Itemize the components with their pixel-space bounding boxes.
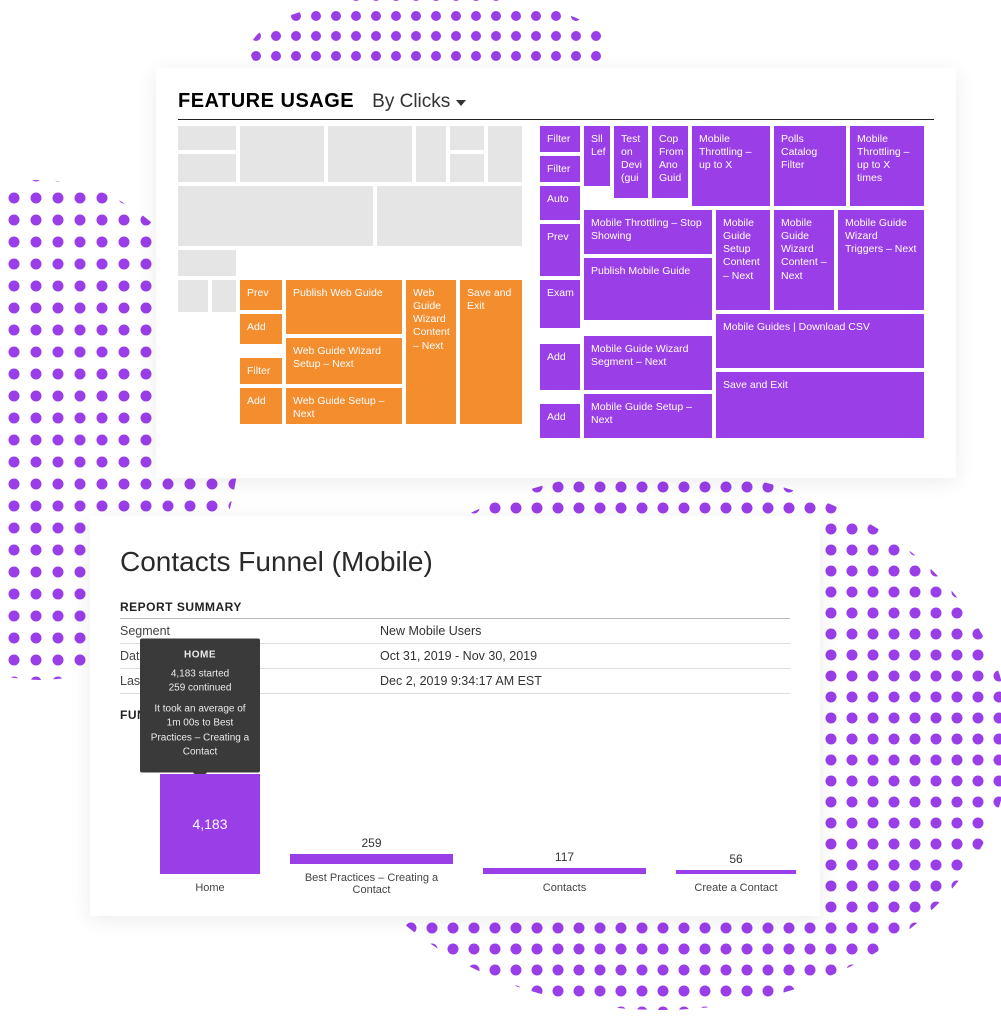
funnel-step[interactable]: 56 Create a Contact: [676, 852, 796, 896]
treemap-tile[interactable]: Mobile Throttling – up to X: [692, 126, 770, 206]
treemap-tile[interactable]: [178, 126, 236, 150]
treemap-tile[interactable]: Mobile Guide Wizard Segment – Next: [584, 336, 712, 390]
funnel-step-label: Create a Contact: [676, 882, 796, 896]
funnel-step[interactable]: 4,183 Home: [160, 774, 260, 896]
treemap: Prev Add Filter Add Publish Web Guide We…: [178, 126, 934, 446]
funnel-step[interactable]: 117 Contacts: [483, 850, 646, 896]
funnel-chart: HOME 4,183 started 259 continued It took…: [120, 736, 790, 896]
treemap-tile[interactable]: Publish Mobile Guide: [584, 258, 712, 320]
funnel-step[interactable]: 259 Best Practices – Creating a Contact: [290, 836, 453, 896]
treemap-tile-add[interactable]: Add: [540, 404, 580, 438]
treemap-tile-save-exit[interactable]: Save and Exit: [460, 280, 522, 424]
treemap-tile[interactable]: Mobile Guide Setup Content – Next: [716, 210, 770, 310]
treemap-tile-filter[interactable]: Filter: [540, 156, 580, 182]
treemap-tile[interactable]: [178, 154, 236, 182]
filter-label: By Clicks: [372, 91, 450, 113]
funnel-step-value: 117: [555, 850, 574, 864]
feature-usage-filter-dropdown[interactable]: By Clicks: [372, 91, 466, 113]
treemap-tile-add[interactable]: Add: [240, 388, 282, 424]
treemap-tile[interactable]: Polls Catalog Filter: [774, 126, 846, 206]
funnel-step-label: Home: [160, 882, 260, 896]
treemap-tile[interactable]: [416, 126, 446, 182]
treemap-tile[interactable]: [450, 154, 484, 182]
tooltip-line: 259 continued: [150, 682, 250, 697]
treemap-tile-prev[interactable]: Prev: [540, 224, 580, 276]
treemap-tile-publish-web[interactable]: Publish Web Guide: [286, 280, 402, 334]
treemap-tile[interactable]: Save and Exit: [716, 372, 924, 438]
funnel-bar: 4,183: [160, 774, 260, 874]
funnel-tooltip: HOME 4,183 started 259 continued It took…: [140, 639, 260, 773]
treemap-tile-filter[interactable]: Filter: [540, 126, 580, 152]
funnel-bar: [676, 870, 796, 874]
funnel-step-label: Contacts: [483, 882, 646, 896]
treemap-tile[interactable]: [178, 250, 236, 276]
report-summary-heading: REPORT SUMMARY: [120, 600, 790, 619]
treemap-tile[interactable]: [328, 126, 412, 182]
treemap-tile-prev[interactable]: Prev: [240, 280, 282, 310]
summary-value: Dec 2, 2019 9:34:17 AM EST: [380, 674, 542, 688]
treemap-tile[interactable]: Cop From Ano Guid: [652, 126, 688, 198]
treemap-tile-web-setup[interactable]: Web Guide Setup – Next: [286, 388, 402, 424]
treemap-tile-web-wizard-setup[interactable]: Web Guide Wizard Setup – Next: [286, 338, 402, 384]
treemap-tile-add[interactable]: Add: [540, 344, 580, 390]
treemap-tile-auto[interactable]: Auto: [540, 186, 580, 220]
treemap-tile[interactable]: Mobile Guide Wizard Triggers – Next: [838, 210, 924, 310]
funnel-step-value: 259: [361, 836, 381, 850]
treemap-tile[interactable]: Test on Devi (gui: [614, 126, 648, 198]
treemap-tile[interactable]: [488, 126, 522, 182]
funnel-title: Contacts Funnel (Mobile): [120, 546, 790, 578]
contacts-funnel-card: Contacts Funnel (Mobile) REPORT SUMMARY …: [90, 516, 820, 916]
tooltip-line: 4,183 started: [150, 667, 250, 682]
summary-value: Oct 31, 2019 - Nov 30, 2019: [380, 649, 537, 663]
treemap-tile[interactable]: Mobile Throttling – Stop Showing: [584, 210, 712, 254]
treemap-tile[interactable]: Mobile Throttling – up to X times: [850, 126, 924, 206]
treemap-tile[interactable]: Mobile Guides | Download CSV: [716, 314, 924, 368]
tooltip-line: It took an average of 1m 00s to Best Pra…: [150, 702, 250, 760]
funnel-bar: [290, 854, 453, 864]
treemap-tile-web-wizard-content[interactable]: Web Guide Wizard Content – Next: [406, 280, 456, 424]
treemap-tile[interactable]: [240, 126, 324, 182]
funnel-step-label: Best Practices – Creating a Contact: [290, 872, 453, 896]
treemap-tile[interactable]: [377, 186, 522, 246]
treemap-tile-exam[interactable]: Exam: [540, 280, 580, 328]
treemap-tile[interactable]: [178, 186, 373, 246]
treemap-tile-add[interactable]: Add: [240, 314, 282, 344]
treemap-tile[interactable]: Mobile Guide Setup – Next: [584, 394, 712, 438]
treemap-tile[interactable]: [212, 280, 236, 312]
summary-value: New Mobile Users: [380, 624, 481, 638]
treemap-tile[interactable]: [450, 126, 484, 150]
feature-usage-card: FEATURE USAGE By Clicks: [156, 68, 956, 478]
feature-usage-title: FEATURE USAGE: [178, 90, 354, 113]
funnel-step-value: 56: [729, 852, 742, 866]
treemap-tile[interactable]: [178, 280, 208, 312]
treemap-tile-filter[interactable]: Filter: [240, 358, 282, 384]
tooltip-title: HOME: [150, 649, 250, 664]
summary-label: Segment: [120, 624, 380, 638]
chevron-down-icon: [456, 100, 466, 106]
funnel-bar: [483, 868, 646, 874]
treemap-tile[interactable]: Mobile Guide Wizard Content – Next: [774, 210, 834, 310]
treemap-tile[interactable]: Sll Lef: [584, 126, 610, 186]
